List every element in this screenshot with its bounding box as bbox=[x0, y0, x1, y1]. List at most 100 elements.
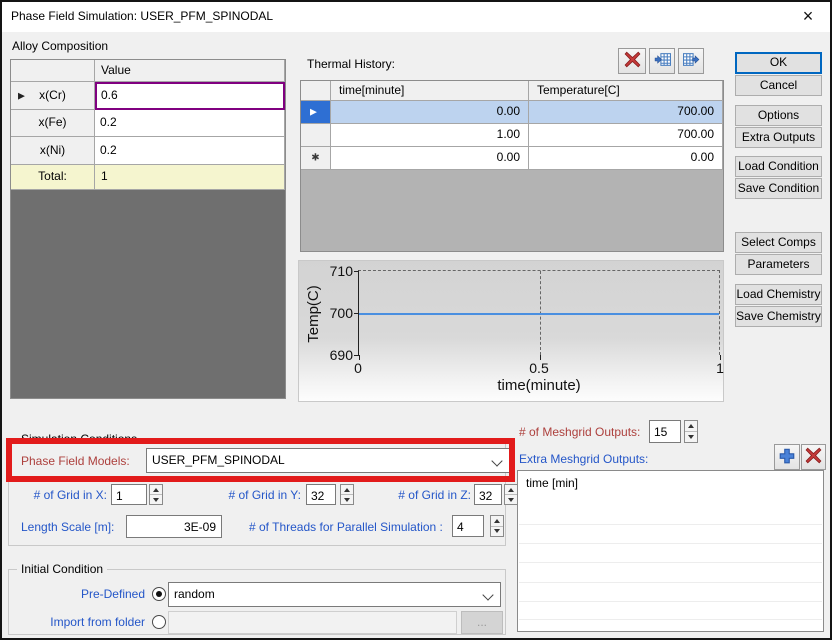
grid-z-label: # of Grid in Z: bbox=[377, 488, 471, 502]
thermal-corner-header bbox=[301, 81, 331, 101]
extra-meshgrid-outputs-label: Extra Meshgrid Outputs: bbox=[519, 452, 648, 466]
spin-up-icon[interactable] bbox=[505, 485, 517, 495]
length-scale-label: Length Scale [m]: bbox=[21, 520, 114, 534]
spin-down-icon[interactable] bbox=[505, 495, 517, 504]
alloy-row-header-xcr[interactable]: ▶ x(Cr) bbox=[11, 82, 95, 110]
thermal-temperature-header: Temperature[C] bbox=[529, 81, 723, 101]
title-bar: Phase Field Simulation: USER_PFM_SPINODA… bbox=[2, 2, 830, 32]
spin-up-icon[interactable] bbox=[685, 421, 697, 432]
spin-down-icon[interactable] bbox=[341, 495, 353, 504]
thermal-history-chart: Temp(C) 710 700 690 0 0.5 1 time(minute) bbox=[298, 260, 724, 402]
alloy-xcr-value-cell[interactable]: 0.6 bbox=[95, 82, 285, 110]
alloy-row-header-xfe[interactable]: x(Fe) bbox=[11, 110, 95, 137]
list-item[interactable]: time [min] bbox=[518, 471, 823, 490]
chevron-down-icon bbox=[491, 455, 502, 466]
table-row[interactable]: ✱ 0.00 0.00 bbox=[301, 147, 723, 170]
add-output-button[interactable] bbox=[774, 444, 800, 470]
length-scale-field[interactable]: 3E-09 bbox=[126, 515, 222, 538]
table-row[interactable]: 1.00 700.00 bbox=[301, 124, 723, 147]
grid-x-spinner[interactable] bbox=[149, 484, 163, 505]
pre-defined-radio[interactable] bbox=[152, 587, 166, 601]
thermal-header-row: time[minute] Temperature[C] bbox=[301, 81, 723, 101]
insert-row-button[interactable] bbox=[649, 48, 675, 74]
pre-defined-combobox[interactable]: random bbox=[168, 582, 501, 607]
save-chemistry-button[interactable]: Save Chemistry bbox=[735, 306, 822, 327]
spin-down-icon[interactable] bbox=[150, 495, 162, 504]
threads-spinner[interactable] bbox=[490, 515, 504, 537]
thermal-time-cell[interactable]: 1.00 bbox=[331, 124, 529, 147]
phase-field-models-combobox[interactable]: USER_PFM_SPINODAL bbox=[146, 448, 510, 473]
import-from-folder-label: Import from folder bbox=[29, 615, 145, 629]
threads-value[interactable]: 4 bbox=[452, 515, 484, 537]
thermal-temp-cell[interactable]: 700.00 bbox=[529, 101, 723, 124]
y-tick bbox=[354, 313, 359, 314]
y-tick-label: 710 bbox=[323, 263, 353, 279]
load-condition-button[interactable]: Load Condition bbox=[735, 156, 822, 177]
alloy-value-header: Value bbox=[95, 60, 285, 82]
meshgrid-count-label: # of Meshgrid Outputs: bbox=[519, 425, 640, 439]
import-path-field bbox=[168, 611, 457, 634]
parameters-button[interactable]: Parameters bbox=[735, 254, 822, 275]
alloy-xfe-value-cell[interactable]: 0.2 bbox=[95, 110, 285, 137]
export-table-button[interactable] bbox=[678, 48, 704, 74]
select-comps-button[interactable]: Select Comps bbox=[735, 232, 822, 253]
alloy-composition-table: Value ▶ x(Cr) 0.6 x(Fe) 0.2 x(Ni) 0.2 To… bbox=[10, 59, 286, 399]
thermal-time-header: time[minute] bbox=[331, 81, 529, 101]
grid-z-value[interactable]: 32 bbox=[474, 484, 502, 505]
remove-output-button[interactable] bbox=[801, 444, 826, 470]
thermal-temp-cell[interactable]: 700.00 bbox=[529, 124, 723, 147]
options-button[interactable]: Options bbox=[735, 105, 822, 126]
meshgrid-count-spinner[interactable] bbox=[684, 420, 698, 443]
alloy-header-row: Value bbox=[11, 60, 285, 82]
plus-icon bbox=[778, 447, 796, 468]
grid-z-spinner[interactable] bbox=[504, 484, 518, 505]
new-row-marker-icon: ✱ bbox=[311, 152, 319, 163]
thermal-time-cell[interactable]: 0.00 bbox=[331, 101, 529, 124]
chart-plot-area bbox=[358, 270, 720, 355]
delete-row-button[interactable] bbox=[618, 48, 646, 74]
extra-meshgrid-outputs-list[interactable]: time [min] bbox=[517, 470, 824, 632]
alloy-row-header-xni[interactable]: x(Ni) bbox=[11, 137, 95, 165]
spin-up-icon[interactable] bbox=[491, 516, 503, 527]
grid-y-value[interactable]: 32 bbox=[306, 484, 336, 505]
ok-button[interactable]: OK bbox=[735, 52, 822, 74]
arrow-into-table-icon bbox=[654, 51, 671, 71]
thermal-row-header-selected[interactable]: ▶ bbox=[301, 101, 331, 124]
alloy-composition-label: Alloy Composition bbox=[12, 39, 108, 53]
save-condition-button[interactable]: Save Condition bbox=[735, 178, 822, 199]
alloy-corner-header bbox=[11, 60, 95, 82]
spin-up-icon[interactable] bbox=[150, 485, 162, 495]
meshgrid-count-value[interactable]: 15 bbox=[649, 420, 681, 443]
grid-y-spinner[interactable] bbox=[340, 484, 354, 505]
list-separator bbox=[519, 543, 822, 544]
phase-field-simulation-dialog: Phase Field Simulation: USER_PFM_SPINODA… bbox=[0, 0, 832, 640]
spin-down-icon[interactable] bbox=[685, 432, 697, 442]
cancel-button[interactable]: Cancel bbox=[735, 75, 822, 96]
browse-button[interactable]: ... bbox=[461, 611, 503, 634]
alloy-xni-value-cell[interactable]: 0.2 bbox=[95, 137, 285, 165]
thermal-time-cell[interactable]: 0.00 bbox=[331, 147, 529, 170]
list-separator bbox=[519, 562, 822, 563]
thermal-new-row-header[interactable]: ✱ bbox=[301, 147, 331, 170]
list-separator bbox=[519, 601, 822, 602]
load-chemistry-button[interactable]: Load Chemistry bbox=[735, 284, 822, 305]
x-tick-label: 0 bbox=[354, 360, 362, 376]
phase-field-models-label: Phase Field Models: bbox=[21, 454, 130, 468]
row-selector-icon: ▶ bbox=[310, 107, 317, 118]
close-icon[interactable]: × bbox=[790, 2, 826, 31]
table-row: x(Fe) 0.2 bbox=[11, 110, 285, 137]
alloy-row-label: x(Cr) bbox=[39, 88, 66, 102]
table-row: x(Ni) 0.2 bbox=[11, 137, 285, 165]
thermal-row-header[interactable] bbox=[301, 124, 331, 147]
list-separator bbox=[519, 619, 822, 620]
initial-condition-label: Initial Condition bbox=[17, 562, 107, 576]
simulation-conditions-label: Simulation Conditions bbox=[17, 432, 141, 446]
spin-down-icon[interactable] bbox=[491, 527, 503, 537]
thermal-temp-cell[interactable]: 0.00 bbox=[529, 147, 723, 170]
grid-x-value[interactable]: 1 bbox=[111, 484, 147, 505]
spin-up-icon[interactable] bbox=[341, 485, 353, 495]
phase-field-models-value: USER_PFM_SPINODAL bbox=[152, 453, 285, 467]
import-from-folder-radio[interactable] bbox=[152, 615, 166, 629]
extra-outputs-button[interactable]: Extra Outputs bbox=[735, 127, 822, 148]
table-row[interactable]: ▶ 0.00 700.00 bbox=[301, 101, 723, 124]
